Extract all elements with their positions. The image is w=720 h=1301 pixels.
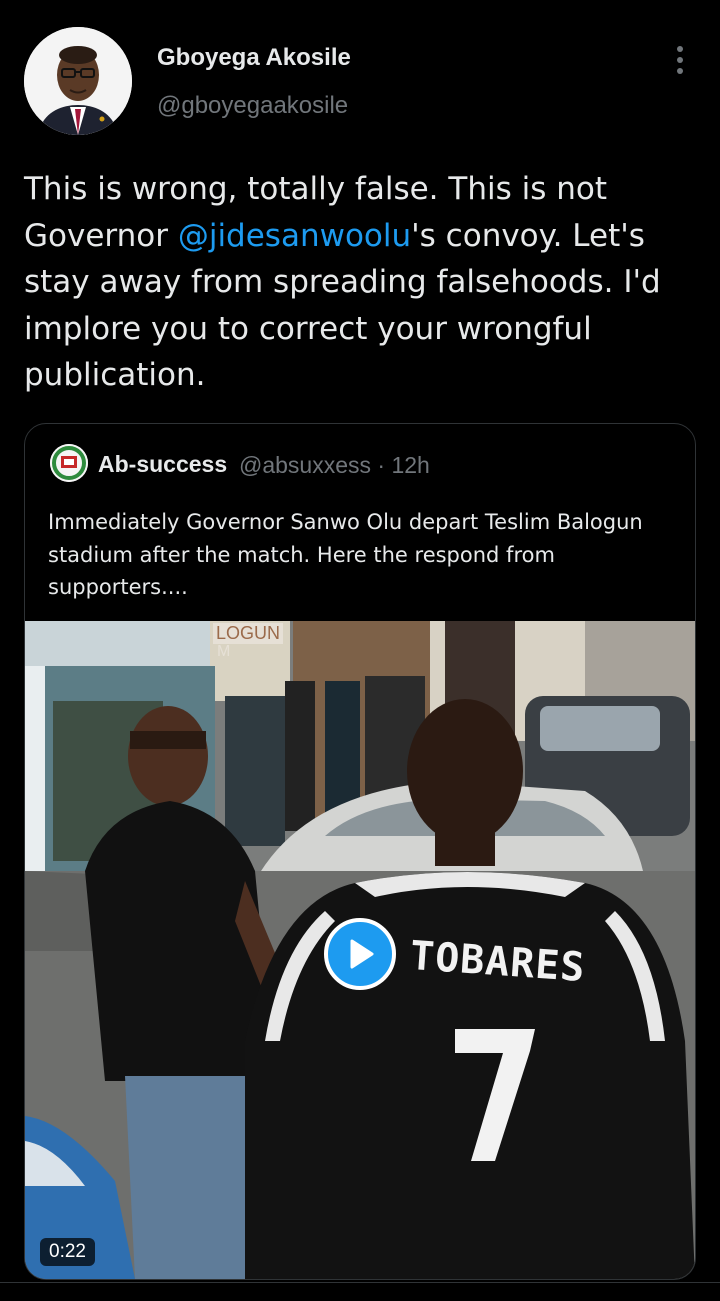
quoted-author-avatar[interactable]: [50, 444, 88, 482]
author-handle[interactable]: @gboyegaakosile: [157, 92, 348, 120]
quoted-timestamp[interactable]: 12h: [391, 452, 429, 478]
divider: [0, 1282, 720, 1283]
quoted-author-name[interactable]: Ab-success: [98, 451, 227, 478]
tweet-text: This is wrong, totally false. This is no…: [24, 166, 700, 399]
play-icon[interactable]: [324, 918, 396, 990]
video-player[interactable]: TOBARES LOGUN M 0:22: [25, 621, 695, 1279]
quoted-author-handle[interactable]: @absuxxess: [239, 452, 371, 478]
video-duration-badge: 0:22: [40, 1238, 95, 1266]
sign-text-bottom: M: [217, 643, 231, 660]
quoted-tweet-card[interactable]: Ab-success @absuxxess · 12h Immediately …: [24, 423, 696, 1280]
profile-photo-icon: [24, 27, 132, 135]
mention-link[interactable]: @jidesanwoolu: [178, 218, 411, 254]
author-name[interactable]: Gboyega Akosile: [157, 44, 351, 72]
sign-text-top: LOGUN: [213, 623, 284, 644]
more-vertical-icon[interactable]: [666, 40, 694, 80]
tweet: Gboyega Akosile @gboyegaakosile This is …: [0, 0, 720, 1301]
author-avatar[interactable]: [24, 27, 132, 135]
quoted-tweet-text: Immediately Governor Sanwo Olu depart Te…: [48, 510, 650, 599]
quoted-profile-photo-icon: [50, 444, 88, 482]
play-triangle: [350, 939, 374, 969]
quoted-author-meta: @absuxxess · 12h: [239, 452, 430, 479]
meta-separator: ·: [377, 452, 386, 478]
